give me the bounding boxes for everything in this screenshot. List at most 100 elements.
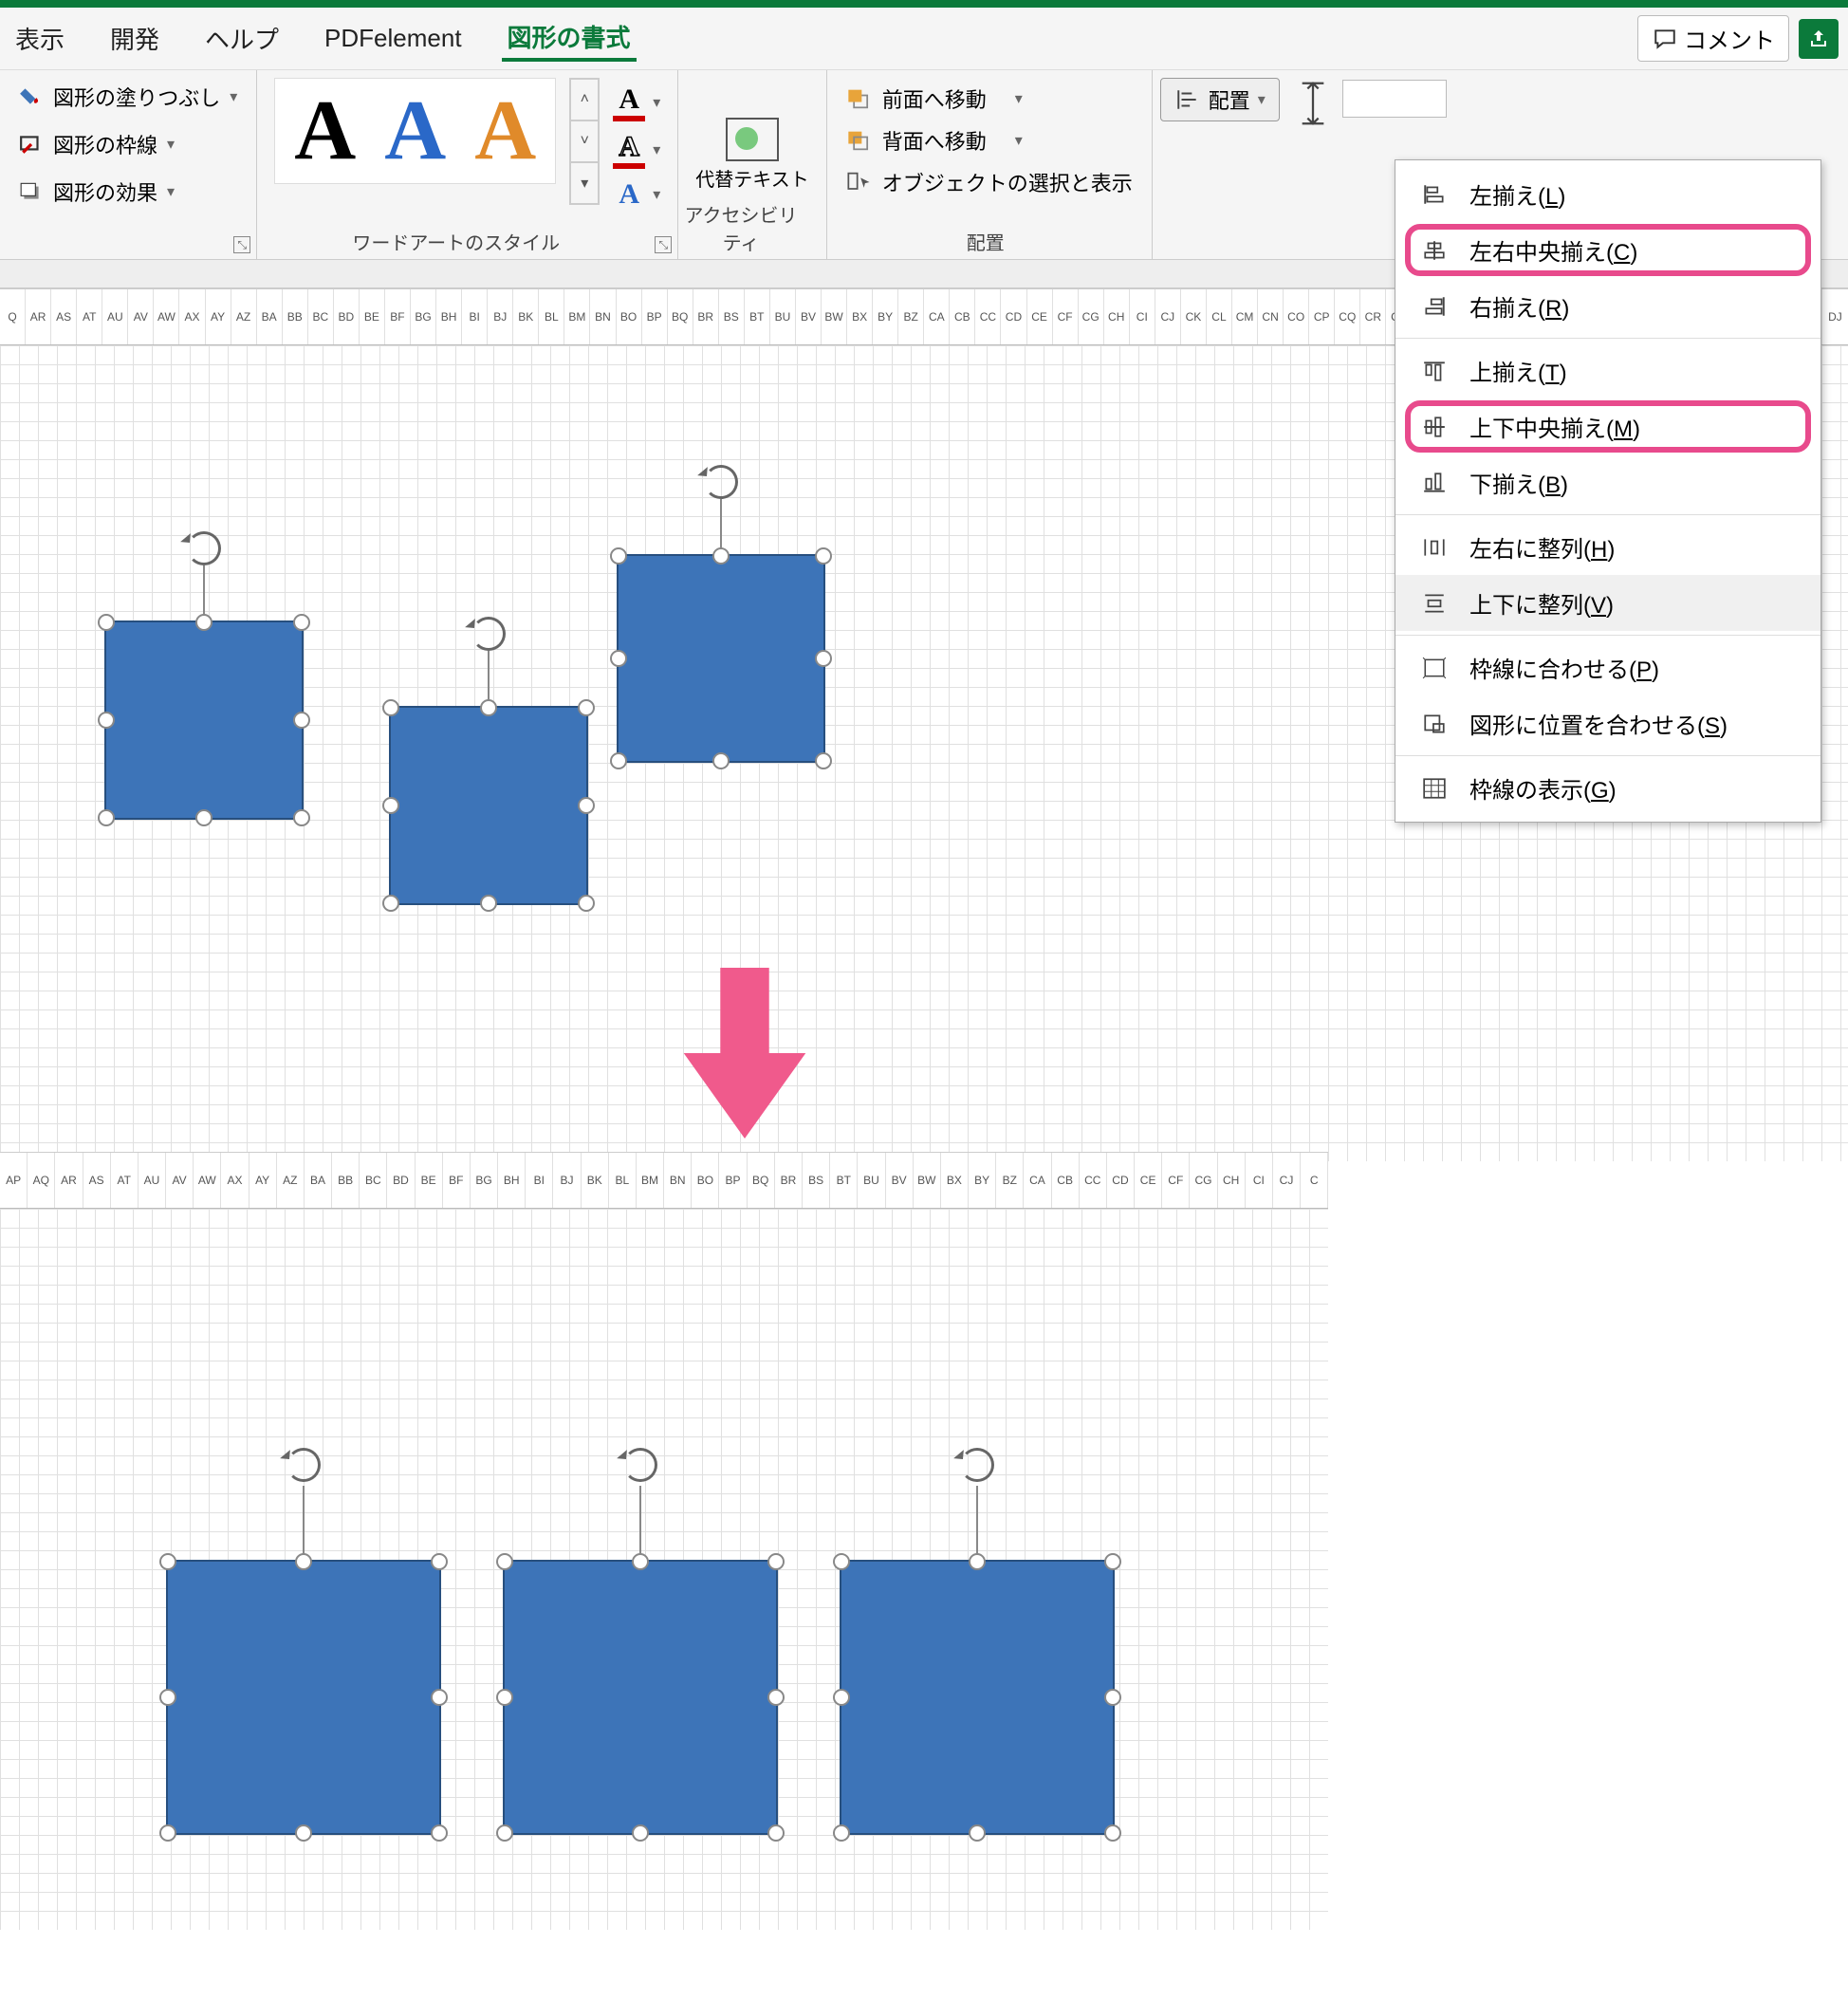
column-header-cell[interactable]: BV [886,1153,914,1208]
column-header-cell[interactable]: BU [770,289,796,344]
column-header-cell[interactable]: CJ [1155,289,1181,344]
snap-to-grid-item[interactable]: 枠線に合わせる(P) [1395,639,1820,695]
column-header-cell[interactable]: AX [179,289,205,344]
shape-rect-2-after[interactable] [503,1560,778,1835]
wordart-style-1[interactable]: A [294,88,356,174]
shape-rect-1-after[interactable] [166,1560,441,1835]
column-header-cell[interactable]: BD [387,1153,415,1208]
wordart-style-2[interactable]: A [384,88,446,174]
column-header-cell[interactable]: CH [1104,289,1130,344]
column-header-cell[interactable]: BI [526,1153,553,1208]
spin-more-icon[interactable]: ▾ [570,162,599,204]
column-header-cell[interactable]: AW [194,1153,221,1208]
column-header-cell[interactable]: AW [154,289,179,344]
column-header-cell[interactable]: CF [1053,289,1079,344]
column-header-cell[interactable]: BH [498,1153,526,1208]
column-header-cell[interactable]: BA [257,289,283,344]
column-header-cell[interactable]: BO [617,289,642,344]
column-header-cell[interactable]: CM [1232,289,1258,344]
dialog-launcher-icon[interactable]: ⤡ [655,236,672,253]
column-header-cell[interactable]: CB [1052,1153,1080,1208]
shape-fill-button[interactable]: 図形の塗りつぶし ▾ [17,78,239,116]
align-bottom-item[interactable]: 下揃え(B) [1395,454,1820,510]
column-header-cell[interactable]: AU [102,289,128,344]
tab-help[interactable]: ヘルプ [199,17,285,60]
column-header-cell[interactable]: BF [385,289,411,344]
column-header-cell[interactable]: DJ [1822,289,1848,344]
shape-effects-button[interactable]: 図形の効果 ▾ [17,173,239,211]
column-header-cell[interactable]: BM [637,1153,664,1208]
column-header-cell[interactable]: CH [1218,1153,1246,1208]
column-header-cell[interactable]: CP [1309,289,1335,344]
column-header-cell[interactable]: C [1301,1153,1328,1208]
rotate-handle-icon[interactable] [286,1448,321,1482]
align-center-h-item[interactable]: 左右中央揃え(C) [1395,222,1820,278]
column-header-cell[interactable]: AP [0,1153,28,1208]
shape-rect-3[interactable] [617,554,825,763]
column-header-cell[interactable]: BD [334,289,360,344]
column-header-cell[interactable]: AV [166,1153,194,1208]
rotate-handle-icon[interactable] [187,531,221,565]
column-header-cell[interactable]: AY [206,289,231,344]
bring-forward-button[interactable]: 前面へ移動 ▾ [844,78,1135,120]
gallery-spinner[interactable]: ˄ ˅ ▾ [569,78,600,205]
snap-to-shape-item[interactable]: 図形に位置を合わせる(S) [1395,695,1820,751]
wordart-gallery[interactable]: A A A [274,78,556,184]
column-header-cell[interactable]: BZ [898,289,924,344]
column-header-cell[interactable]: AS [83,1153,111,1208]
column-header-cell[interactable]: CF [1162,1153,1190,1208]
column-header-cell[interactable]: CN [1258,289,1284,344]
column-header-cell[interactable]: AT [111,1153,139,1208]
column-header-cell[interactable]: CO [1284,289,1309,344]
column-header-cell[interactable]: Q [0,289,26,344]
share-button[interactable] [1799,19,1839,59]
send-backward-button[interactable]: 背面へ移動 ▾ [844,120,1135,161]
align-top-item[interactable]: 上揃え(T) [1395,343,1820,398]
column-header-cell[interactable]: BS [719,289,745,344]
column-header-cell[interactable]: BE [360,289,385,344]
column-header-cell[interactable]: BT [830,1153,858,1208]
column-header-cell[interactable]: BW [822,289,847,344]
shape-rect-3-after[interactable] [840,1560,1115,1835]
view-gridlines-item[interactable]: 枠線の表示(G) [1395,760,1820,816]
tab-view[interactable]: 表示 [9,17,70,60]
spin-up-icon[interactable]: ˄ [570,79,599,120]
column-header-cell[interactable]: CD [1001,289,1026,344]
column-header-cell[interactable]: AU [139,1153,166,1208]
column-header-cell[interactable]: BX [847,289,873,344]
column-header-cell[interactable]: CC [1080,1153,1107,1208]
column-header-cell[interactable]: BY [873,289,898,344]
worksheet-grid[interactable] [0,1209,1328,1930]
column-header-cell[interactable]: CA [924,289,950,344]
column-header-cell[interactable]: BM [564,289,590,344]
text-outline-button[interactable]: A▾ [613,131,660,169]
column-header-cell[interactable]: AS [51,289,77,344]
align-middle-item[interactable]: 上下中央揃え(M) [1395,398,1820,454]
column-header-cell[interactable]: CE [1135,1153,1162,1208]
column-header-cell[interactable]: BG [471,1153,498,1208]
align-right-item[interactable]: 右揃え(R) [1395,278,1820,334]
column-header-cell[interactable]: BJ [488,289,513,344]
column-header-cell[interactable]: BK [513,289,539,344]
column-header-cell[interactable]: AY [249,1153,277,1208]
column-header-cell[interactable]: BW [914,1153,941,1208]
column-header-cell[interactable]: AV [128,289,154,344]
column-header-cell[interactable]: CR [1360,289,1386,344]
alt-text-button[interactable]: 代替テキスト [695,118,808,192]
spin-down-icon[interactable]: ˅ [570,120,599,162]
column-header-cell[interactable]: CB [950,289,975,344]
column-header-cell[interactable]: CI [1130,289,1155,344]
column-header-cell[interactable]: BA [305,1153,332,1208]
column-header-cell[interactable]: BS [803,1153,830,1208]
column-header-cell[interactable]: BQ [748,1153,775,1208]
tab-pdf[interactable]: PDFelement [319,20,468,57]
column-header-cell[interactable]: BR [775,1153,803,1208]
column-header-cell[interactable]: BY [969,1153,996,1208]
column-header-cell[interactable]: CC [975,289,1001,344]
rotate-handle-icon[interactable] [704,465,738,499]
shape-rect-2[interactable] [389,706,588,905]
column-header-cell[interactable]: AZ [277,1153,305,1208]
rotate-handle-icon[interactable] [960,1448,994,1482]
column-header-cell[interactable]: BF [443,1153,471,1208]
column-header-cell[interactable]: BP [642,289,668,344]
